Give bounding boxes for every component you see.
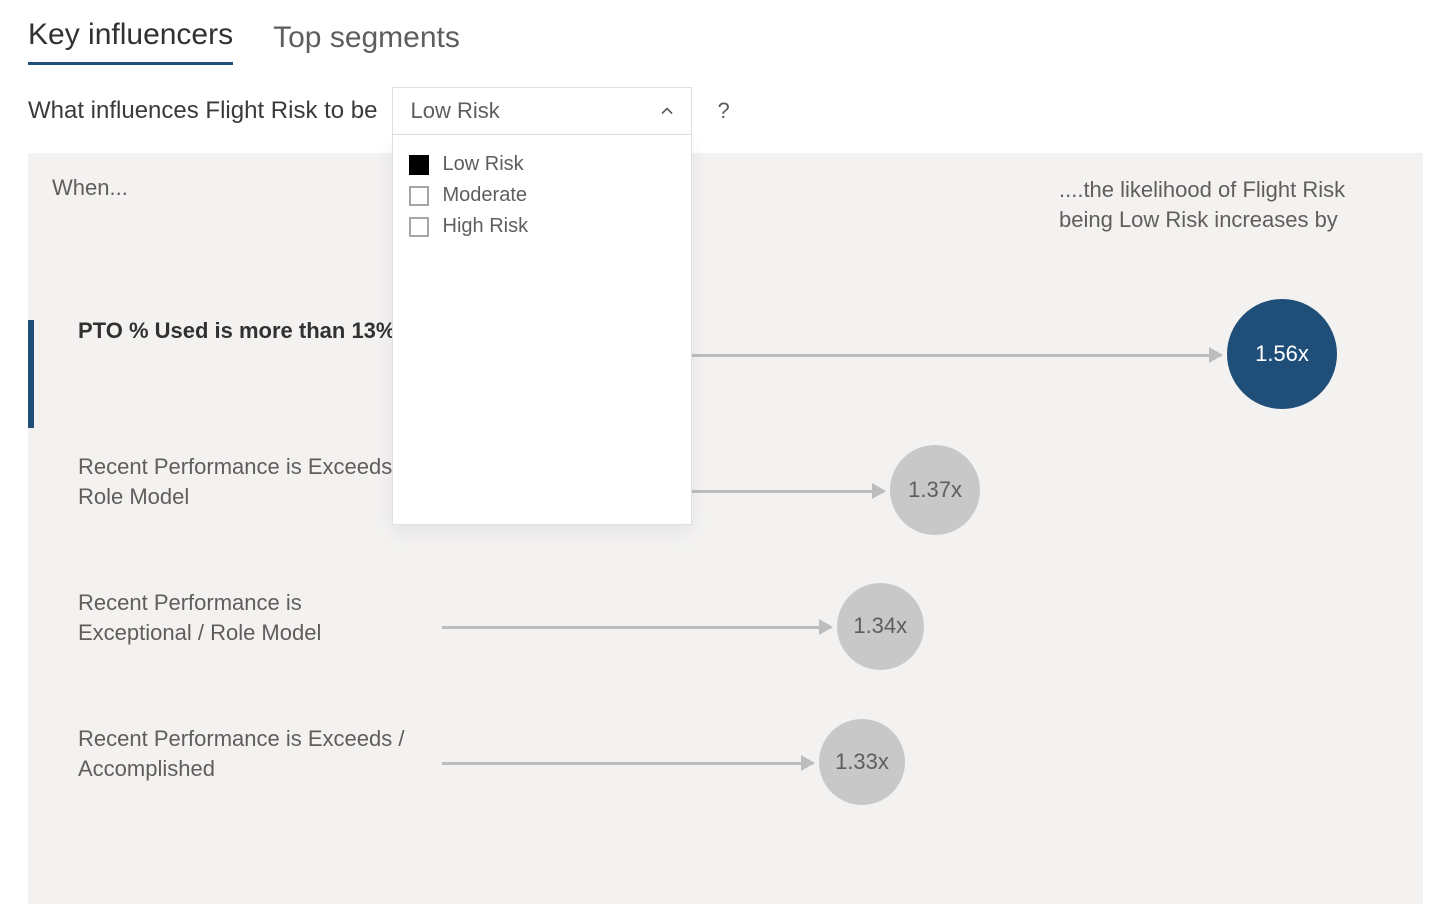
influencer-value-bubble: 1.34x — [837, 583, 924, 670]
header-likelihood: ....the likelihood of Flight Risk being … — [1059, 175, 1359, 234]
influencer-value-bubble: 1.56x — [1227, 299, 1337, 409]
tab-bar: Key influencers Top segments — [28, 18, 1423, 65]
tab-top-segments[interactable]: Top segments — [273, 21, 460, 65]
influencer-row[interactable]: Recent Performance is Exceeds / Accompli… — [52, 722, 1399, 852]
influencer-label: Recent Performance is Exceeds / Role Mod… — [78, 452, 408, 511]
value-dropdown-panel: Low Risk Moderate High Risk — [392, 135, 692, 525]
influencer-value-label: 1.56x — [1255, 341, 1309, 367]
dropdown-option[interactable]: High Risk — [409, 211, 675, 242]
influencer-value-label: 1.34x — [853, 613, 907, 639]
question-line: What influences Flight Risk to be Low Ri… — [28, 87, 1423, 135]
selection-bar — [28, 320, 34, 428]
chevron-up-icon — [657, 101, 677, 121]
tab-key-influencers[interactable]: Key influencers — [28, 18, 233, 65]
influencer-value-label: 1.37x — [908, 477, 962, 503]
dropdown-option[interactable]: Low Risk — [409, 149, 675, 180]
influencer-label: Recent Performance is Exceptional / Role… — [78, 588, 408, 647]
question-prefix: What influences Flight Risk to be — [28, 97, 378, 125]
influencer-arrow — [442, 626, 831, 629]
influencer-row[interactable]: PTO % Used is more than 13% 1.56x — [52, 314, 1399, 444]
dropdown-option-label: High Risk — [443, 215, 529, 238]
checkbox-icon — [409, 217, 429, 237]
dropdown-option[interactable]: Moderate — [409, 180, 675, 211]
help-icon[interactable]: ? — [718, 98, 730, 124]
influencer-label: PTO % Used is more than 13% — [78, 316, 408, 346]
dropdown-option-label: Moderate — [443, 184, 528, 207]
influencer-row[interactable]: Recent Performance is Exceptional / Role… — [52, 586, 1399, 716]
influencer-arrow — [442, 762, 813, 765]
header-when: When... — [52, 175, 128, 201]
influencer-value-bubble: 1.37x — [890, 445, 980, 535]
influencers-panel: When... ....the likelihood of Flight Ris… — [28, 153, 1423, 904]
dropdown-option-label: Low Risk — [443, 153, 524, 176]
influencer-value-bubble: 1.33x — [819, 719, 905, 805]
dropdown-selected-label: Low Risk — [411, 98, 500, 124]
value-dropdown[interactable]: Low Risk — [392, 87, 692, 135]
influencer-row[interactable]: Recent Performance is Exceeds / Role Mod… — [52, 450, 1399, 580]
checkbox-icon — [409, 186, 429, 206]
checkbox-checked-icon — [409, 155, 429, 175]
influencer-list: PTO % Used is more than 13% 1.56x Recent P… — [52, 314, 1399, 852]
influencer-label: Recent Performance is Exceeds / Accompli… — [78, 724, 408, 783]
influencer-value-label: 1.33x — [835, 749, 889, 775]
